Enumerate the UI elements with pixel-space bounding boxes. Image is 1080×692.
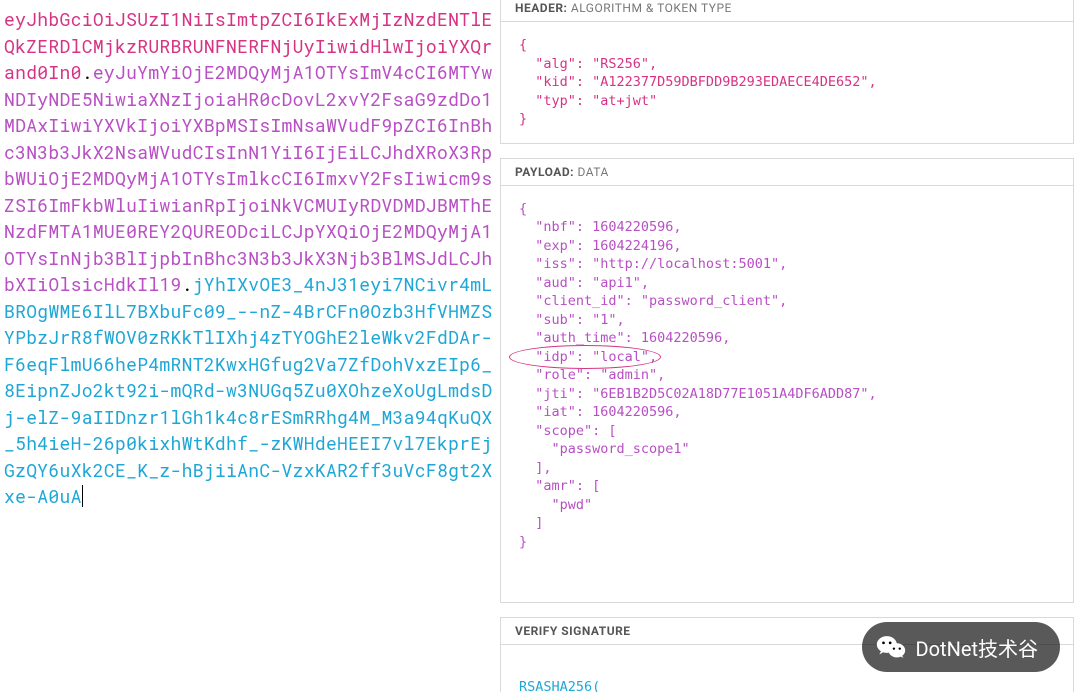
token-payload-segment: eyJuYmYiOjE2MDQyMjA1OTYsImV4cCI6MTYwNDIy… [4,60,493,296]
token-dot: . [82,60,93,84]
watermark-text: DotNet技术谷 [916,633,1039,662]
token-signature-segment: jYhIXvOE3_4nJ31eyi7NCivr4mLBROgWME6IlL7B… [4,272,493,508]
payload-panel-title: PAYLOAD: DATA [501,159,1073,186]
wechat-watermark[interactable]: DotNet技术谷 [862,622,1061,672]
header-panel-title: HEADER: ALGORITHM & TOKEN TYPE [501,0,1073,22]
text-cursor [82,485,83,507]
encoded-token-pane: eyJhbGciOiJSUzI1NiIsImtpZCI6IkExMjIzNzdE… [0,0,500,692]
header-json[interactable]: { "alg": "RS256", "kid": "A122377D59DBFD… [501,22,1073,143]
role-highlight-oval [509,345,661,369]
payload-panel: PAYLOAD: DATA { "nbf": 1604220596, "exp"… [500,158,1074,604]
token-dot: . [182,272,193,296]
wechat-icon [876,632,906,662]
jwt-token[interactable]: eyJhbGciOiJSUzI1NiIsImtpZCI6IkExMjIzNzdE… [4,6,500,510]
decoded-pane: HEADER: ALGORITHM & TOKEN TYPE { "alg": … [500,0,1080,692]
header-panel: HEADER: ALGORITHM & TOKEN TYPE { "alg": … [500,0,1074,144]
payload-json[interactable]: { "nbf": 1604220596, "exp": 1604224196, … [501,186,1073,603]
